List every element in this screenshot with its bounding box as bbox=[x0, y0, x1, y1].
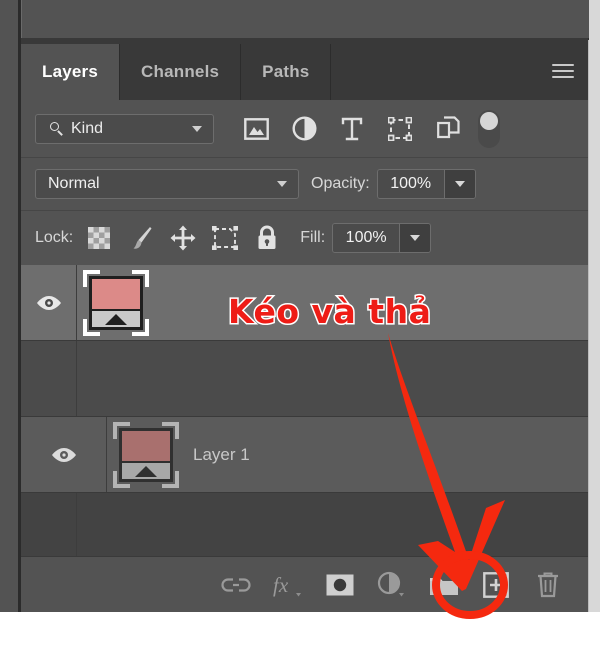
filter-kind-label: Kind bbox=[71, 119, 104, 137]
layer-visibility-toggle[interactable] bbox=[21, 265, 77, 340]
opacity-label: Opacity: bbox=[311, 175, 370, 192]
type-layer-filter-icon[interactable] bbox=[328, 112, 376, 146]
tab-layers-label: Layers bbox=[42, 62, 99, 81]
create-new-layer-icon[interactable] bbox=[470, 563, 522, 607]
chevron-down-icon bbox=[192, 125, 202, 132]
tab-paths[interactable]: Paths bbox=[241, 44, 332, 100]
fill-stepper[interactable] bbox=[399, 224, 431, 252]
smart-object-filter-icon[interactable] bbox=[424, 112, 472, 146]
filter-enable-toggle[interactable] bbox=[478, 109, 500, 148]
fill-field[interactable]: 100% bbox=[332, 223, 432, 253]
layer-visibility-toggle[interactable] bbox=[21, 341, 77, 416]
layers-panel-toolbar: fx bbox=[21, 556, 588, 612]
tab-bar-filler bbox=[331, 44, 588, 100]
opacity-value[interactable]: 100% bbox=[377, 170, 444, 198]
layer-thumbnail[interactable] bbox=[83, 269, 149, 336]
pixel-layer-filter-icon[interactable] bbox=[232, 112, 280, 146]
layer-style-fx-icon[interactable]: fx bbox=[262, 563, 314, 607]
adjustment-layer-filter-icon[interactable] bbox=[280, 112, 328, 146]
callout-text: Kéo và thả bbox=[226, 291, 432, 333]
hamburger-menu-icon[interactable] bbox=[552, 64, 574, 80]
filter-type-icons bbox=[232, 112, 472, 146]
opacity-stepper[interactable] bbox=[443, 170, 475, 198]
eye-icon bbox=[36, 295, 61, 310]
lock-transparent-pixels-icon[interactable] bbox=[78, 221, 120, 255]
tab-channels-label: Channels bbox=[141, 62, 220, 81]
tab-channels[interactable]: Channels bbox=[120, 44, 242, 100]
layer-name[interactable]: Layer 1 bbox=[193, 445, 250, 465]
fill-label: Fill: bbox=[300, 229, 326, 246]
layer-visibility-toggle[interactable] bbox=[21, 417, 107, 492]
shape-layer-filter-icon[interactable] bbox=[376, 112, 424, 146]
blend-mode-row: Normal Opacity: 100% bbox=[21, 157, 588, 210]
eye-icon bbox=[51, 447, 76, 462]
svg-text:fx: fx bbox=[273, 573, 289, 597]
tab-layers[interactable]: Layers bbox=[21, 44, 121, 100]
lock-row: Lock: Fill: 100% bbox=[21, 210, 588, 265]
adjacent-panel-strip[interactable] bbox=[21, 0, 589, 40]
link-layers-icon[interactable] bbox=[210, 563, 262, 607]
photoshop-layers-panel-screenshot: Layers Channels Paths Kind Normal Opacit… bbox=[0, 0, 600, 652]
tab-paths-label: Paths bbox=[262, 62, 310, 81]
new-group-folder-icon[interactable] bbox=[418, 563, 470, 607]
lock-image-pixels-brush-icon[interactable] bbox=[120, 221, 162, 255]
opacity-field[interactable]: 100% bbox=[376, 169, 476, 199]
panel-tab-bar: Layers Channels Paths bbox=[21, 44, 588, 100]
window-right-edge bbox=[588, 0, 600, 612]
chevron-down-icon bbox=[410, 235, 421, 241]
layer-thumbnail[interactable] bbox=[113, 421, 179, 488]
layer-thumbnail-image bbox=[89, 275, 143, 330]
blend-mode-select[interactable]: Normal bbox=[35, 169, 299, 199]
blend-mode-value: Normal bbox=[48, 175, 100, 192]
add-layer-mask-icon[interactable] bbox=[314, 563, 366, 607]
lock-all-padlock-icon[interactable] bbox=[246, 221, 288, 255]
layer-thumbnail-image bbox=[119, 427, 173, 482]
filter-kind-select[interactable]: Kind bbox=[35, 113, 214, 144]
delete-layer-trash-icon[interactable] bbox=[522, 563, 574, 607]
lock-artboard-nesting-icon[interactable] bbox=[204, 221, 246, 255]
new-adjustment-layer-icon[interactable] bbox=[366, 563, 418, 607]
layer-filter-row: Kind bbox=[21, 100, 588, 157]
lock-position-move-icon[interactable] bbox=[162, 221, 204, 255]
table-row[interactable]: Layer 1 bbox=[21, 417, 588, 493]
fill-value[interactable]: 100% bbox=[333, 224, 400, 252]
lock-label: Lock: bbox=[35, 229, 74, 246]
search-icon bbox=[50, 121, 64, 136]
chevron-down-icon bbox=[277, 181, 287, 187]
table-row[interactable] bbox=[21, 341, 588, 417]
chevron-down-icon bbox=[454, 181, 465, 187]
